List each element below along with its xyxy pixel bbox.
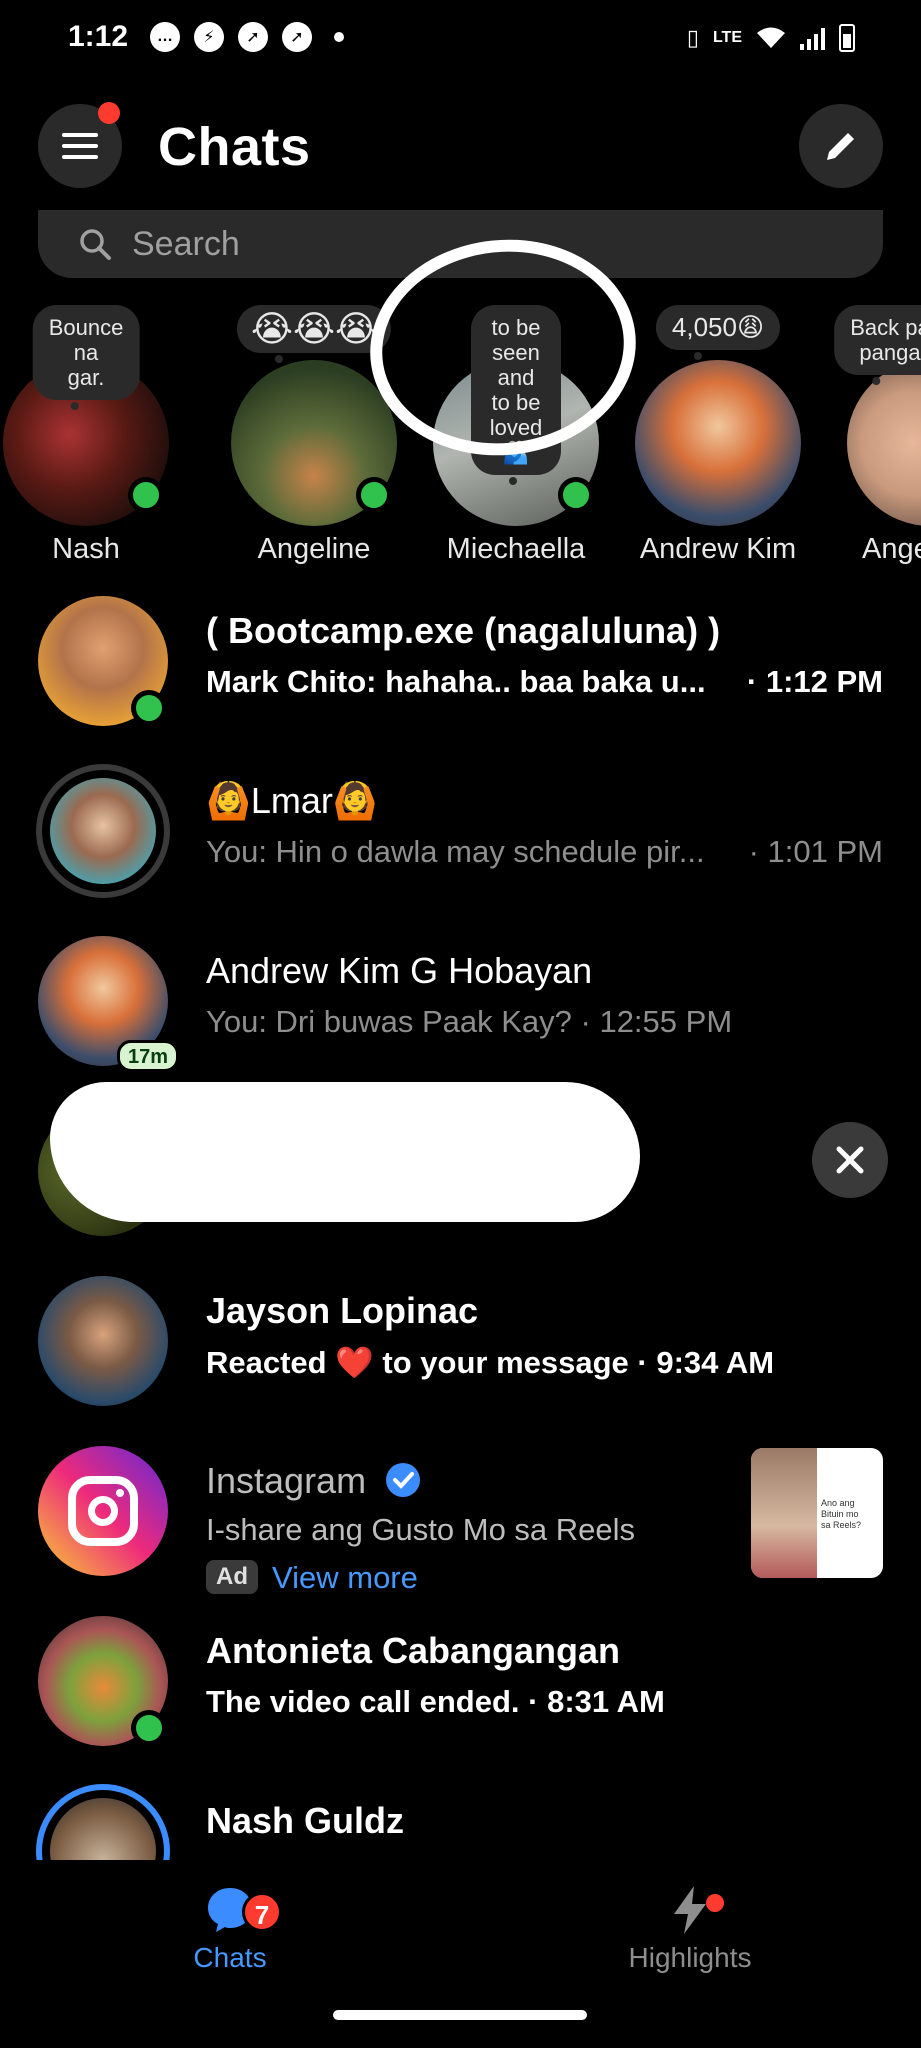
status-bar: 1:12 … ⚡ ➚ ➚ ▯ LTE xyxy=(0,0,921,80)
search-icon xyxy=(80,229,111,260)
menu-icon-line xyxy=(62,144,98,148)
notification-compass-icon-2: ➚ xyxy=(282,22,312,52)
ad-thumbnail-text: Ano ang Bituin mo sa Reels? xyxy=(821,1498,862,1530)
highlights-notification-dot xyxy=(706,1894,724,1912)
chat-name: ( Bootcamp.exe (nagaluluna) ) xyxy=(206,610,721,651)
avatar xyxy=(38,1276,168,1406)
notification-messenger-icon: ⚡ xyxy=(194,22,224,52)
story-name: Miechaella xyxy=(446,533,586,565)
online-indicator xyxy=(356,477,392,513)
menu-icon-line xyxy=(62,155,98,159)
chat-preview: You: Dri buwas Paak Kay? · 12:55 PM xyxy=(206,1004,733,1039)
compose-icon xyxy=(827,133,854,160)
story-item[interactable]: Back pa panga Ange xyxy=(830,295,921,575)
battery-icon xyxy=(839,24,855,52)
online-indicator xyxy=(131,1710,167,1746)
status-time: 1:12 xyxy=(68,20,129,53)
verified-icon xyxy=(386,1463,421,1497)
tab-highlights[interactable]: Highlights xyxy=(590,1880,790,1973)
avatar xyxy=(635,360,801,526)
avatar xyxy=(847,360,921,526)
notification-compass-icon: ➚ xyxy=(238,22,268,52)
vibrate-icon: ▯ xyxy=(686,25,699,50)
app-header: Chats xyxy=(0,100,921,200)
chat-row[interactable]: 17m Andrew Kim G Hobayan You: Dri buwas … xyxy=(0,918,921,1078)
chat-preview: The video call ended. · 8:31 AM xyxy=(206,1684,665,1719)
wifi-icon xyxy=(757,27,785,48)
notification-icons: … ⚡ ➚ ➚ xyxy=(150,22,344,52)
chat-name: Instagram xyxy=(206,1460,422,1502)
chat-name: Nash Guldz xyxy=(206,1800,405,1841)
notification-message-icon: … xyxy=(150,22,180,52)
lightning-icon xyxy=(674,1886,706,1934)
story-note: Back pa panga xyxy=(834,305,921,385)
dismiss-button[interactable] xyxy=(812,1122,888,1198)
ad-badge: Ad xyxy=(206,1560,258,1594)
active-time-badge: 17m xyxy=(117,1040,180,1072)
chat-name-text: Instagram xyxy=(206,1460,367,1501)
chat-row[interactable]: ( Bootcamp.exe (nagaluluna) ) Mark Chito… xyxy=(0,578,921,738)
chat-time: · 1:01 PM xyxy=(748,834,883,869)
chat-time: · 1:12 PM xyxy=(746,664,883,699)
volte-icon: LTE xyxy=(712,29,742,46)
chat-preview: Reacted ❤️ to your message · 9:34 AM xyxy=(206,1345,775,1380)
online-indicator xyxy=(558,477,594,513)
chat-preview: Mark Chito: hahaha.. baa baka u... xyxy=(206,664,706,699)
chat-row-ad[interactable]: Instagram I-share ang Gusto Mo sa Reels … xyxy=(0,1428,921,1595)
story-name: Andrew Kim xyxy=(639,533,797,565)
online-indicator xyxy=(131,690,167,726)
chat-name: Andrew Kim G Hobayan xyxy=(206,950,593,991)
story-note: Bounce na gar. xyxy=(32,305,140,410)
story-name: Angeline xyxy=(257,533,371,565)
home-indicator[interactable] xyxy=(333,2010,587,2020)
system-icons: ▯ LTE xyxy=(687,24,855,52)
tab-chats[interactable]: 7 Chats xyxy=(130,1880,330,1973)
avatar xyxy=(50,778,156,884)
menu-icon xyxy=(62,133,98,137)
chat-row[interactable]: 🙆Lmar🙆 You: Hin o dawla may schedule pir… xyxy=(0,748,921,908)
chat-name: Jayson Lopinac xyxy=(206,1290,479,1331)
chat-name: 🙆Lmar🙆 xyxy=(206,780,378,821)
redaction-scribble xyxy=(50,1082,640,1222)
menu-notification-dot xyxy=(98,102,120,124)
compose-button[interactable] xyxy=(799,104,883,188)
ad-thumbnail[interactable]: Ano ang Bituin mo sa Reels? xyxy=(751,1448,883,1578)
story-name: Ange xyxy=(862,533,921,565)
chat-preview: I-share ang Gusto Mo sa Reels xyxy=(206,1512,636,1547)
story-item[interactable]: Bounce na gar. Nash xyxy=(0,295,176,575)
chat-row[interactable]: Nash Guldz xyxy=(0,1768,921,1860)
tab-label: Chats xyxy=(193,1942,267,1973)
story-name: Nash xyxy=(52,533,120,565)
story-note: 4,050😩 xyxy=(655,305,781,360)
online-indicator xyxy=(128,477,164,513)
chat-row[interactable]: Antonieta Cabangangan The video call end… xyxy=(0,1598,921,1758)
instagram-logo-icon xyxy=(38,1446,168,1576)
chat-row[interactable]: Jayson Lopinac Reacted ❤️ to your messag… xyxy=(0,1258,921,1418)
story-item[interactable]: 4,050😩 Andrew Kim xyxy=(628,295,808,575)
ad-thumbnail-photo xyxy=(751,1448,817,1578)
chat-name: Antonieta Cabangangan xyxy=(206,1630,621,1671)
tab-label: Highlights xyxy=(628,1942,752,1973)
chat-preview: You: Hin o dawla may schedule pir... xyxy=(206,834,705,869)
close-icon xyxy=(836,1146,864,1174)
view-more-link[interactable]: View more xyxy=(272,1560,418,1596)
signal-icon xyxy=(800,26,825,50)
page-title: Chats xyxy=(158,117,311,177)
story-note: 😭😭😭 xyxy=(236,305,392,363)
unread-count-badge: 7 xyxy=(242,1892,282,1932)
more-notifications-icon xyxy=(334,32,344,42)
